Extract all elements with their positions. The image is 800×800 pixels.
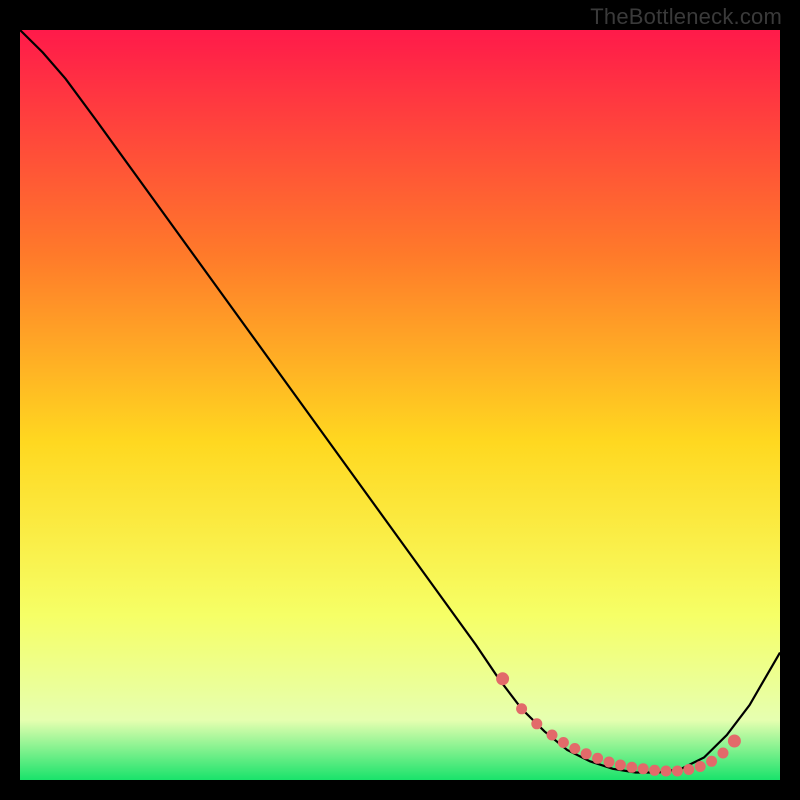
highlight-dot	[592, 753, 603, 764]
watermark-label: TheBottleneck.com	[590, 4, 782, 30]
highlight-dot	[496, 672, 509, 685]
highlight-dot	[683, 764, 694, 775]
highlight-dot	[581, 748, 592, 759]
highlight-dot	[531, 718, 542, 729]
gradient-background	[20, 30, 780, 780]
highlight-dot	[569, 743, 580, 754]
highlight-dot	[718, 748, 729, 759]
chart-svg	[20, 30, 780, 780]
highlight-dot	[615, 760, 626, 771]
highlight-dot	[516, 703, 527, 714]
highlight-dot	[558, 737, 569, 748]
highlight-dot	[695, 761, 706, 772]
highlight-dot	[604, 757, 615, 768]
highlight-dot	[661, 766, 672, 777]
highlight-dot	[706, 756, 717, 767]
highlight-dot	[649, 765, 660, 776]
chart-frame: TheBottleneck.com	[0, 0, 800, 800]
highlight-dot	[672, 766, 683, 777]
highlight-dot	[626, 762, 637, 773]
highlight-dot	[638, 763, 649, 774]
highlight-dot	[728, 735, 741, 748]
highlight-dot	[547, 730, 558, 741]
plot-area	[20, 30, 780, 780]
